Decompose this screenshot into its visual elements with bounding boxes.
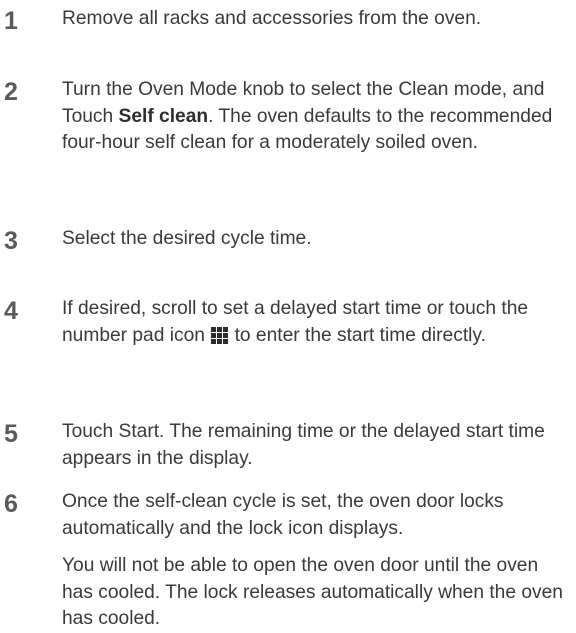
- step-number: 1: [4, 7, 18, 35]
- step-text: If desired, scroll to set a delayed star…: [62, 296, 572, 349]
- step-text: Turn the Oven Mode knob to select the Cl…: [62, 77, 572, 157]
- step-number: 4: [4, 297, 18, 325]
- step-text: Once the self-clean cycle is set, the ov…: [62, 491, 504, 539]
- step-text: Select the desired cycle time.: [62, 228, 312, 249]
- step-text: Remove all racks and accessories from th…: [62, 8, 482, 29]
- step-6-note: You will not be able to open the oven do…: [62, 555, 563, 629]
- self-clean-label: Self clean: [118, 105, 209, 127]
- step-number: 3: [4, 227, 18, 255]
- step-number: 5: [4, 420, 18, 448]
- step-text-part: to enter the start time directly.: [229, 324, 486, 346]
- step-number: 6: [4, 490, 18, 518]
- step-number: 2: [4, 78, 18, 106]
- step-text: Touch Start. The remaining time or the d…: [62, 421, 545, 469]
- number-pad-icon: [211, 326, 229, 344]
